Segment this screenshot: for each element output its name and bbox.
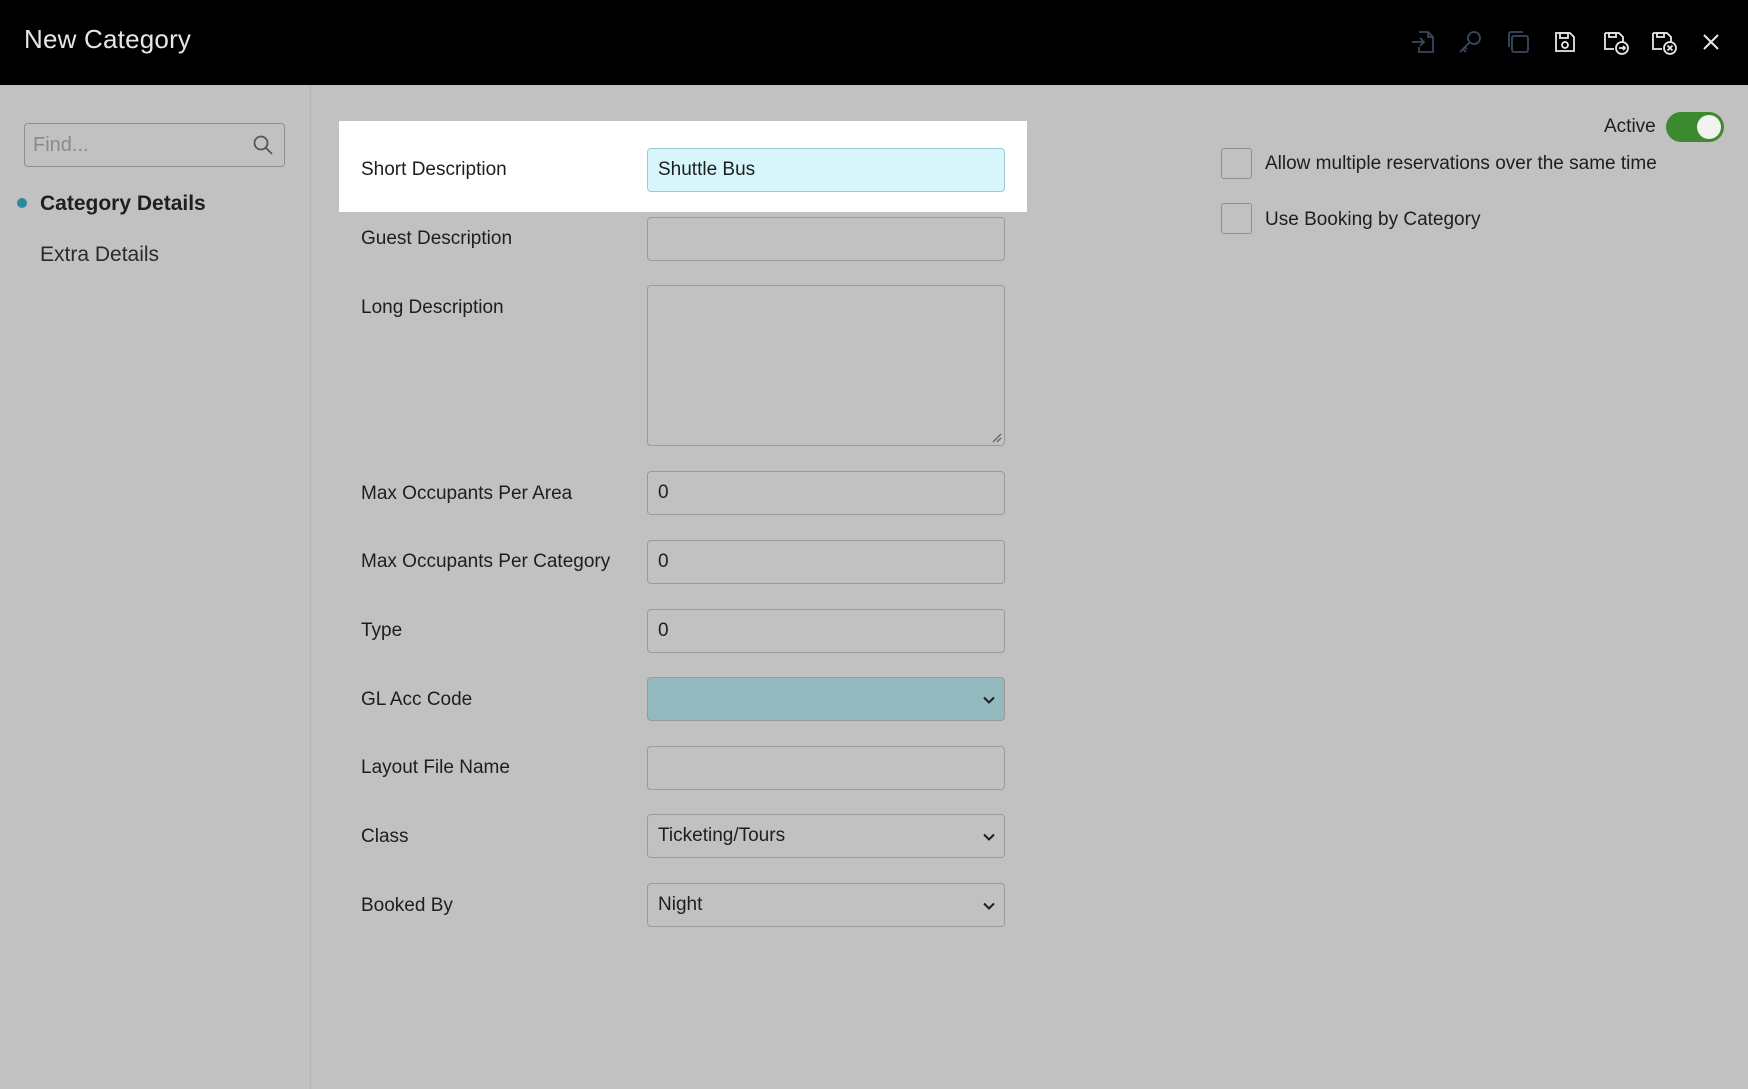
- type-label: Type: [361, 620, 403, 641]
- layout-file-name-label: Layout File Name: [361, 757, 510, 778]
- toggle-knob: [1697, 115, 1721, 139]
- save-and-next-icon[interactable]: [1600, 26, 1632, 58]
- booked-by-label: Booked By: [361, 895, 453, 916]
- max-occupants-area-label: Max Occupants Per Area: [361, 483, 573, 504]
- key-icon[interactable]: [1454, 26, 1486, 58]
- chevron-down-icon: [983, 696, 995, 704]
- save-and-close-icon[interactable]: [1648, 26, 1680, 58]
- gl-acc-code-select[interactable]: [647, 677, 1005, 721]
- type-input[interactable]: 0: [647, 609, 1005, 653]
- active-label: Active: [1604, 116, 1656, 137]
- guest-description-input[interactable]: [647, 217, 1005, 261]
- booked-by-value: Night: [658, 894, 703, 915]
- copy-icon[interactable]: [1502, 26, 1534, 58]
- long-description-label: Long Description: [361, 297, 504, 318]
- sidebar-item-category-details[interactable]: Category Details: [40, 192, 206, 216]
- class-value: Ticketing/Tours: [658, 825, 786, 846]
- active-toggle[interactable]: [1666, 112, 1724, 142]
- chevron-down-icon: [983, 902, 995, 910]
- allow-multiple-checkbox[interactable]: [1221, 148, 1252, 179]
- short-description-value: Shuttle Bus: [658, 159, 756, 180]
- max-occupants-category-input[interactable]: 0: [647, 540, 1005, 584]
- allow-multiple-label: Allow multiple reservations over the sam…: [1265, 153, 1657, 174]
- title-bar: New Category: [0, 0, 1748, 85]
- layout-file-name-input[interactable]: [647, 746, 1005, 790]
- guest-description-label: Guest Description: [361, 228, 513, 249]
- sidebar-item-extra-details[interactable]: Extra Details: [40, 243, 159, 267]
- booked-by-select[interactable]: Night: [647, 883, 1005, 927]
- max-occupants-area-input[interactable]: 0: [647, 471, 1005, 515]
- search-input[interactable]: [25, 124, 245, 166]
- import-icon[interactable]: [1407, 26, 1439, 58]
- short-description-input[interactable]: Shuttle Bus: [647, 148, 1005, 192]
- search-icon[interactable]: [252, 134, 274, 156]
- short-description-label: Short Description: [361, 159, 507, 180]
- find-box: [24, 123, 285, 167]
- close-icon[interactable]: [1695, 26, 1727, 58]
- save-icon[interactable]: [1549, 26, 1581, 58]
- max-occupants-category-label: Max Occupants Per Category: [361, 551, 611, 572]
- chevron-down-icon: [983, 833, 995, 841]
- type-value: 0: [658, 620, 669, 641]
- long-description-textarea[interactable]: [647, 285, 1005, 446]
- sidebar: Category Details Extra Details: [0, 85, 311, 1089]
- class-label: Class: [361, 826, 409, 847]
- max-occupants-area-value: 0: [658, 482, 669, 503]
- max-occupants-category-value: 0: [658, 551, 669, 572]
- window-title: New Category: [24, 24, 192, 54]
- class-select[interactable]: Ticketing/Tours: [647, 814, 1005, 858]
- resize-grip-icon[interactable]: [990, 431, 1002, 443]
- gl-acc-code-label: GL Acc Code: [361, 689, 473, 710]
- booking-by-category-checkbox[interactable]: [1221, 203, 1252, 234]
- active-indicator-dot: [17, 198, 27, 208]
- booking-by-category-label: Use Booking by Category: [1265, 209, 1481, 230]
